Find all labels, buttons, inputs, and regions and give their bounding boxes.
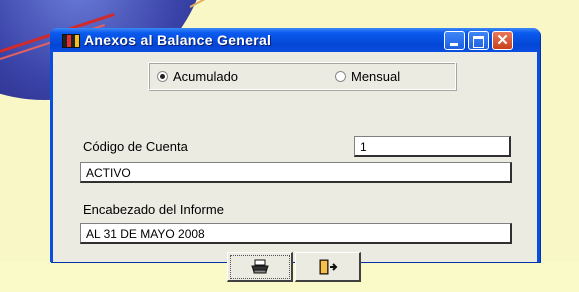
minimize-button[interactable]	[444, 31, 465, 50]
printer-icon	[250, 259, 269, 273]
radio-mensual-label: Mensual	[351, 69, 401, 84]
action-buttons	[227, 252, 363, 284]
radio-mensual[interactable]: Mensual	[335, 69, 400, 84]
period-radio-group: Acumulado Mensual	[148, 62, 456, 90]
exit-door-icon	[319, 259, 337, 274]
encabezado-label: Encabezado del Informe	[83, 202, 224, 217]
window-title: Anexos al Balance General	[84, 32, 272, 48]
radio-acumulado[interactable]: Acumulado	[157, 69, 238, 84]
app-icon	[62, 34, 80, 48]
minimize-icon	[450, 43, 458, 46]
radio-unselected-indicator	[335, 71, 346, 82]
maximize-button[interactable]	[468, 31, 489, 50]
close-button[interactable]: ✕	[492, 31, 513, 50]
encabezado-input[interactable]: AL 31 DE MAYO 2008	[80, 223, 512, 244]
close-icon: ✕	[496, 32, 509, 49]
anexos-window: Anexos al Balance General ✕ Acumulado Me…	[50, 28, 540, 282]
exit-button[interactable]	[295, 252, 361, 282]
cuenta-nombre-field[interactable]: ACTIVO	[80, 162, 512, 183]
maximize-icon	[473, 36, 484, 48]
radio-selected-indicator	[157, 71, 168, 82]
radio-acumulado-label: Acumulado	[173, 69, 239, 84]
codigo-cuenta-label: Código de Cuenta	[83, 139, 188, 154]
window-client-area: Acumulado Mensual Código de Cuenta 1 ACT…	[53, 52, 537, 282]
title-bar[interactable]: Anexos al Balance General ✕	[50, 28, 540, 52]
print-button[interactable]	[227, 252, 293, 282]
codigo-cuenta-input[interactable]: 1	[354, 136, 511, 157]
